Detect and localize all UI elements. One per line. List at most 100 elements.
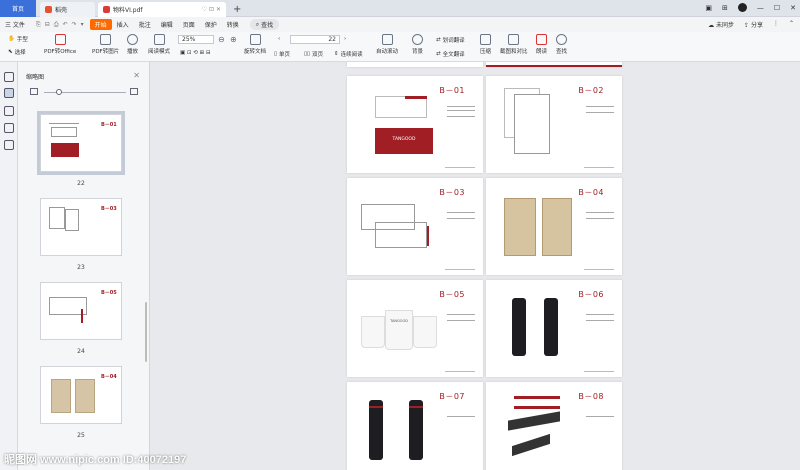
page-code: B－03 bbox=[439, 188, 465, 197]
dropdown-icon[interactable]: ▾ bbox=[81, 21, 84, 29]
sign-bar bbox=[514, 406, 560, 409]
attachment-icon[interactable] bbox=[4, 123, 14, 133]
zoom-in-icon[interactable]: ⊕ bbox=[230, 35, 237, 44]
share-button[interactable]: ⇪ 分享 bbox=[744, 20, 763, 29]
thumbnail-page-24[interactable]: B－05 bbox=[40, 282, 122, 340]
select-tool[interactable]: ⬉ 选择 bbox=[8, 48, 26, 56]
read-aloud-button[interactable]: 朗读 bbox=[536, 34, 547, 55]
signature-icon[interactable] bbox=[4, 140, 14, 150]
compress-button[interactable]: 压缩 bbox=[480, 34, 491, 55]
pdf-to-office-button[interactable]: PDF转Office bbox=[44, 34, 76, 55]
menu-convert[interactable]: 转换 bbox=[222, 20, 244, 29]
page-text-line bbox=[586, 314, 614, 315]
slider-handle[interactable] bbox=[56, 89, 62, 95]
tab-home[interactable]: 首页 bbox=[0, 0, 36, 17]
double-page-button[interactable]: ▯▯ 双页 bbox=[304, 50, 323, 58]
hand-tool[interactable]: ✋ 手型 bbox=[8, 35, 28, 43]
thumbnail-panel-title: 缩略图 bbox=[26, 74, 45, 81]
more-icon[interactable]: ⋮ bbox=[773, 20, 779, 29]
new-tab-button[interactable]: + bbox=[228, 2, 246, 17]
page-b06: B－06 bbox=[486, 280, 622, 377]
paper-cup: TANGOOD bbox=[385, 310, 413, 350]
page-text-line bbox=[447, 416, 475, 417]
save-icon[interactable]: ⊟ bbox=[45, 21, 50, 29]
small-image-icon[interactable] bbox=[30, 88, 38, 95]
grid-icon[interactable]: ⊞ bbox=[722, 4, 728, 12]
minimize-icon[interactable]: — bbox=[757, 4, 764, 12]
continuous-read-button[interactable]: ⇕ 连续阅读 bbox=[334, 50, 363, 58]
menu-start[interactable]: 开始 bbox=[89, 19, 112, 30]
page-footer bbox=[445, 167, 475, 168]
tab-document[interactable]: 物料VI.pdf ♡ ⊡ ✕ bbox=[98, 2, 226, 17]
comment-icon[interactable] bbox=[4, 106, 14, 116]
thumbnail-icon[interactable] bbox=[4, 88, 14, 98]
read-mode-button[interactable]: 阅读模式 bbox=[148, 34, 170, 55]
menu-page[interactable]: 页面 bbox=[178, 20, 200, 29]
close-icon[interactable]: ✕ bbox=[133, 71, 140, 80]
thumbnail-page-22[interactable]: B－01 bbox=[37, 111, 125, 175]
close-window-icon[interactable]: ✕ bbox=[790, 4, 796, 12]
print-icon[interactable]: ⎙ bbox=[54, 21, 59, 29]
large-image-icon[interactable] bbox=[130, 88, 138, 95]
pdf-to-image-button[interactable]: PDF转图片 bbox=[92, 34, 119, 55]
collapse-icon[interactable]: ⌃ bbox=[789, 20, 794, 29]
thumbnail-scrollbar[interactable] bbox=[145, 302, 147, 362]
menu-insert[interactable]: 插入 bbox=[112, 20, 134, 29]
kraft-envelope bbox=[542, 198, 572, 256]
auto-scroll-button[interactable]: 自动滚动 bbox=[376, 34, 398, 55]
layout-icon[interactable]: ▣ bbox=[705, 4, 712, 12]
sync-status[interactable]: ☁ 未同步 bbox=[708, 20, 734, 29]
thumbnail-page-25[interactable]: B－04 bbox=[40, 366, 122, 424]
fit-tools[interactable]: ▣ ⊡ ⟲ ⊞ ⊟ bbox=[180, 50, 211, 56]
zoom-out-icon[interactable]: ⊖ bbox=[218, 35, 225, 44]
docer-icon bbox=[45, 6, 52, 13]
moon-icon bbox=[412, 34, 423, 45]
menu-edit[interactable]: 编辑 bbox=[156, 20, 178, 29]
rotate-label: 旋转文档 bbox=[244, 49, 267, 55]
document-graphic bbox=[514, 94, 550, 154]
kraft-envelope bbox=[504, 198, 536, 256]
quick-access: ⎘ ⊟ ⎙ ↶ ↷ ▾ bbox=[36, 21, 84, 29]
find-button[interactable]: 查找 bbox=[556, 34, 567, 55]
zoom-select[interactable]: 25% bbox=[178, 35, 214, 44]
search-box[interactable]: ⌕ 查找 bbox=[249, 19, 280, 30]
maximize-icon[interactable]: ☐ bbox=[774, 4, 780, 12]
play-label: 播放 bbox=[127, 49, 139, 55]
select-label: 选择 bbox=[14, 50, 26, 56]
page-number-input[interactable]: 22 bbox=[290, 35, 340, 44]
prev-page-icon[interactable]: ‹ bbox=[278, 36, 280, 42]
thumbnail-label: 23 bbox=[77, 264, 85, 271]
background-button[interactable]: 背景 bbox=[412, 34, 423, 55]
word-translate-button[interactable]: ⇄ 划词翻译 bbox=[436, 36, 465, 44]
undo-icon[interactable]: ↶ bbox=[63, 21, 68, 29]
bookmark-icon[interactable] bbox=[4, 72, 14, 82]
thumbnail-label: 24 bbox=[77, 348, 85, 355]
avatar[interactable] bbox=[737, 3, 747, 12]
page-text-line bbox=[447, 218, 475, 219]
screenshot-compare-button[interactable]: 截图和对比 bbox=[500, 34, 528, 55]
next-page-icon[interactable]: › bbox=[344, 36, 346, 42]
letterhead-band bbox=[405, 96, 427, 99]
tab-docer[interactable]: 稻壳 bbox=[40, 2, 95, 17]
full-translate-button[interactable]: ⇄ 全文翻译 bbox=[436, 50, 465, 58]
menu-protect[interactable]: 保护 bbox=[200, 20, 222, 29]
page-text-line bbox=[447, 212, 475, 213]
thumbnail-page-23[interactable]: B－03 bbox=[40, 198, 122, 256]
document-view[interactable]: B－01 TANGOOD B－02 B－03 B－04 B－05 TANGOOD… bbox=[150, 62, 800, 470]
rotate-button[interactable]: 旋转文档 bbox=[244, 34, 266, 55]
open-icon[interactable]: ⎘ bbox=[36, 21, 41, 29]
uniform-figure bbox=[369, 400, 383, 460]
single-page-button[interactable]: ▯ 单页 bbox=[274, 50, 290, 58]
page-text-line bbox=[447, 116, 475, 117]
auto-scroll-icon bbox=[381, 34, 393, 45]
search-label: 查找 bbox=[261, 22, 274, 29]
tab-close-icon[interactable]: ♡ ⊡ ✕ bbox=[202, 6, 221, 13]
redo-icon[interactable]: ↷ bbox=[72, 21, 77, 29]
menu-comment[interactable]: 批注 bbox=[134, 20, 156, 29]
pdf-office-label: PDF转Office bbox=[44, 49, 77, 55]
file-menu[interactable]: 三 文件 bbox=[0, 20, 30, 29]
background-label: 背景 bbox=[412, 49, 424, 55]
translate-label: 划词翻译 bbox=[442, 38, 465, 44]
sign-panel bbox=[508, 411, 560, 431]
play-button[interactable]: 播放 bbox=[127, 34, 138, 55]
